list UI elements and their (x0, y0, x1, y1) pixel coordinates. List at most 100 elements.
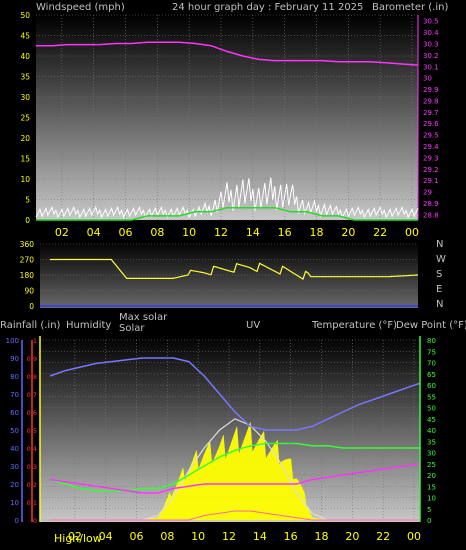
humidity-y-tick-label: 20 (10, 481, 19, 489)
chart-title: 24 hour graph day : February 11 2025 (172, 2, 363, 13)
temperature-y-tick-label: 25 (427, 461, 436, 469)
rainfall-y-tick-label: 0.6 (27, 409, 37, 417)
compass-label: N (436, 239, 443, 250)
weather-graphs: Windspeed (mph) 24 hour graph day : Febr… (0, 2, 466, 545)
dew-point-axis-label: Dew Point (°F) (396, 320, 466, 331)
barometer-y-ticks: 28.8 28.9 29 29.1 29.2 29.3 29.4 29.5 29.6 29.7 29… (423, 18, 439, 220)
humidity-y-tick-label: 50 (10, 427, 19, 435)
barometer-y-tick-label: 29.9 (423, 86, 439, 94)
barometer-y-tick-label: 28.8 (423, 211, 439, 219)
wind-y-tick-label: 0 (25, 216, 30, 225)
wind-x-tick-label: 04 (87, 226, 101, 239)
solar-label: Solar (119, 323, 145, 334)
barometer-y-tick-label: 29 (423, 189, 432, 197)
hi-lo-label: High/low (54, 532, 102, 545)
temperature-y-tick-label: 20 (427, 472, 436, 480)
direction-y-tick-label: 0 (29, 302, 34, 311)
temperature-y-tick-label: 60 (427, 382, 436, 390)
humidity-axis-label: Humidity (66, 320, 111, 331)
wind-x-tick-label: 20 (341, 226, 355, 239)
uv-label: UV (246, 320, 260, 331)
wind-x-tick-label: 14 (246, 226, 260, 239)
wind-x-tick-label: 22 (373, 226, 387, 239)
rainfall-y-tick-label: 0.9 (27, 355, 37, 363)
max-solar-label: Max solar (119, 312, 168, 323)
wind-axis-label: Windspeed (mph) (36, 2, 125, 13)
compass-label: W (436, 254, 446, 265)
wind-y-tick-label: 10 (20, 175, 30, 184)
barometer-y-tick-label: 30.2 (423, 52, 439, 60)
solar-temperature-chart: Rainfall (.in) Humidity Max solar Solar … (0, 312, 466, 545)
barometer-y-tick-label: 30.1 (423, 63, 439, 71)
wind-x-ticks: 02 04 06 08 10 12 14 16 18 20 22 00 (55, 226, 419, 239)
wind-x-tick-label: 16 (278, 226, 292, 239)
direction-y-tick-label: 360 (20, 240, 35, 249)
rainfall-y-tick-label: 0.7 (27, 391, 37, 399)
wind-x-tick-label: 12 (214, 226, 228, 239)
solar-x-ticks: 02 04 06 08 10 12 14 16 18 20 22 00 (68, 530, 421, 543)
temperature-y-tick-label: 75 (427, 348, 436, 356)
barometer-y-tick-label: 30.4 (423, 29, 439, 37)
rainfall-y-tick-label: 0 (33, 517, 37, 525)
rainfall-y-tick-label: 0.4 (27, 445, 37, 453)
barometer-y-tick-label: 30 (423, 75, 432, 83)
barometer-y-tick-label: 29.3 (423, 154, 439, 162)
barometer-y-tick-label: 29.7 (423, 109, 439, 117)
wind-x-tick-label: 06 (119, 226, 133, 239)
rainfall-y-tick-label: 1 (33, 337, 37, 345)
wind-x-tick-label: 02 (55, 226, 69, 239)
direction-y-tick-label: 270 (20, 256, 35, 265)
humidity-y-tick-label: 0 (15, 517, 19, 525)
barometer-y-tick-label: 29.4 (423, 143, 439, 151)
temperature-axis-label: Temperature (°F) (311, 320, 397, 331)
barometer-y-tick-label: 29.1 (423, 177, 439, 185)
wind-y-tick-label: 45 (20, 32, 30, 41)
wind-x-tick-label: 18 (310, 226, 324, 239)
direction-y-ticks: 0 90 180 270 360 (20, 240, 35, 311)
temperature-y-tick-label: 35 (427, 438, 436, 446)
wind-barometer-chart: Windspeed (mph) 24 hour graph day : Febr… (20, 2, 448, 239)
solar-x-tick-label: 12 (222, 530, 236, 543)
wind-x-tick-label: 08 (150, 226, 164, 239)
temperature-y-tick-label: 50 (427, 405, 436, 413)
temperature-y-tick-label: 15 (427, 483, 436, 491)
solar-x-tick-label: 08 (160, 530, 174, 543)
wind-x-tick-label: 10 (182, 226, 196, 239)
humidity-y-tick-label: 100 (6, 337, 19, 345)
wind-y-tick-label: 25 (20, 114, 30, 123)
wind-y-tick-label: 15 (20, 155, 30, 164)
compass-labels: NWSEN (436, 239, 446, 310)
humidity-y-tick-label: 80 (10, 373, 19, 381)
wind-x-tick-label: 00 (405, 226, 419, 239)
rainfall-y-tick-label: 0.1 (27, 499, 37, 507)
wind-direction-chart: 090180270360 NWSEN (20, 239, 446, 311)
temperature-y-tick-label: 55 (427, 393, 436, 401)
solar-x-tick-label: 22 (376, 530, 390, 543)
temperature-y-tick-label: 65 (427, 371, 436, 379)
humidity-y-tick-label: 30 (10, 463, 19, 471)
wind-y-tick-label: 40 (20, 52, 30, 61)
barometer-y-tick-label: 30.3 (423, 40, 439, 48)
humidity-y-tick-label: 40 (10, 445, 19, 453)
wind-y-ticks: 0 5 10 15 20 25 30 35 40 45 50 (20, 11, 30, 225)
humidity-y-tick-label: 90 (10, 355, 19, 363)
direction-y-tick-label: 90 (24, 287, 34, 296)
temperature-y-tick-label: 70 (427, 360, 436, 368)
humidity-y-tick-label: 10 (10, 499, 19, 507)
solar-x-tick-label: 10 (191, 530, 205, 543)
wind-y-tick-label: 30 (20, 93, 30, 102)
barometer-axis-label: Barometer (.in) (372, 2, 448, 13)
temperature-y-tick-label: 80 (427, 337, 436, 345)
temperature-y-tick-label: 5 (427, 506, 431, 514)
rainfall-y-tick-label: 0.2 (27, 481, 37, 489)
barometer-y-tick-label: 30.5 (423, 18, 439, 26)
humidity-y-tick-label: 70 (10, 391, 19, 399)
wind-y-tick-label: 50 (20, 11, 30, 20)
temperature-y-tick-label: 45 (427, 416, 436, 424)
solar-x-tick-label: 06 (130, 530, 144, 543)
compass-label: E (436, 284, 442, 295)
rainfall-y-tick-label: 0.8 (27, 373, 37, 381)
humidity-y-tick-label: 60 (10, 409, 19, 417)
rainfall-y-tick-label: 0.5 (27, 427, 37, 435)
solar-x-tick-label: 20 (345, 530, 359, 543)
